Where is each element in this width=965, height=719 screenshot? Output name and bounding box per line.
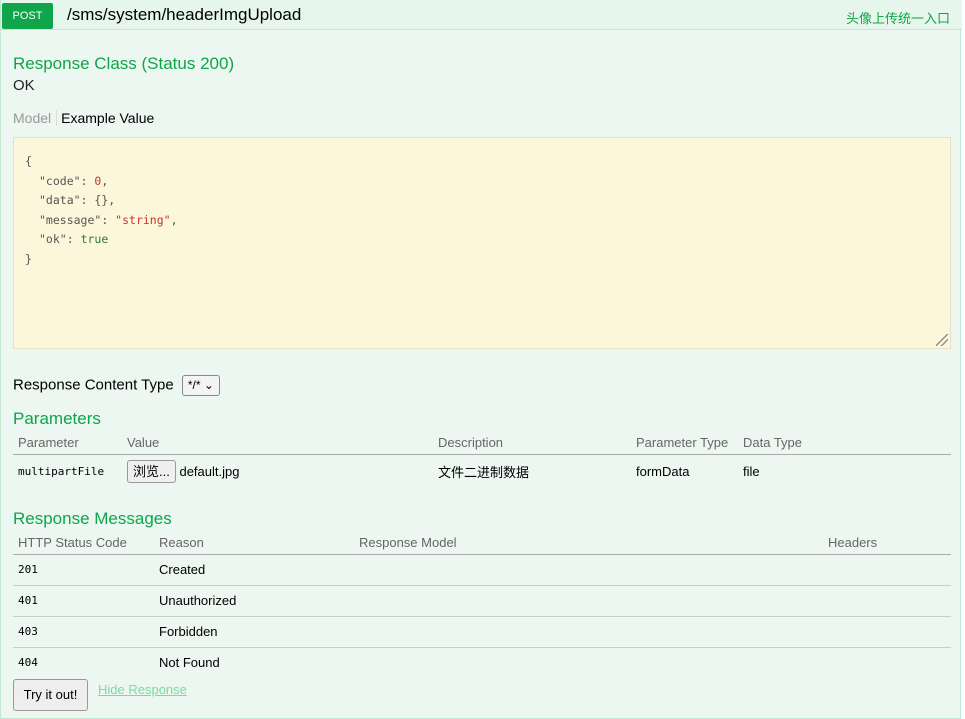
status-code: 201	[13, 554, 154, 586]
param-col-description: Description	[433, 432, 631, 455]
headers-cell	[823, 616, 951, 648]
param-col-value: Value	[122, 432, 433, 455]
param-description: 文件二进制数据	[438, 464, 530, 480]
tab-example-value[interactable]: Example Value	[57, 110, 154, 126]
param-col-parameter-type: Parameter Type	[631, 432, 738, 455]
param-col-data-type: Data Type	[738, 432, 951, 455]
table-row: 201 Created	[13, 554, 951, 586]
http-method-badge[interactable]: POST	[2, 3, 53, 29]
endpoint-summary[interactable]: 头像上传统一入口	[846, 8, 950, 27]
param-value: 浏览... default.jpg	[122, 454, 433, 488]
table-row: 403 Forbidden	[13, 616, 951, 648]
json-close-brace: }	[25, 251, 32, 266]
resp-col-status-code: HTTP Status Code	[13, 532, 154, 555]
endpoint-path[interactable]: /sms/system/headerImgUpload	[67, 5, 301, 25]
json-key-code: "code"	[39, 173, 81, 188]
response-content-type-label: Response Content Type	[13, 376, 174, 394]
response-model-cell	[354, 585, 823, 617]
status-code: 404	[18, 656, 38, 670]
param-data-type: file	[743, 463, 760, 479]
param-type: formData	[636, 463, 690, 479]
response-content-type: Response Content Type */* ⌄	[13, 375, 220, 396]
response-messages-table: HTTP Status Code Reason Response Model H…	[13, 532, 951, 678]
param-col-parameter: Parameter	[13, 432, 122, 455]
status-reason: Forbidden	[154, 616, 354, 648]
content-type-selected: */*	[187, 378, 201, 392]
json-value-ok: true	[80, 232, 109, 247]
operation-heading[interactable]: POST /sms/system/headerImgUpload 头像上传统一入…	[1, 0, 962, 30]
status-code: 403	[13, 616, 154, 648]
signature-tabs: Model Example Value	[13, 110, 154, 126]
try-it-out-button[interactable]: Try it out!	[13, 679, 88, 711]
parameters-table: Parameter Value Description Parameter Ty…	[13, 432, 951, 488]
example-value-textarea[interactable]: { "code": 0, "data": {}, "message": "str…	[13, 137, 951, 349]
selected-file-name: default.jpg	[179, 463, 240, 479]
json-key-data: "data"	[39, 193, 81, 208]
json-open-brace: {	[25, 154, 32, 168]
response-status-text: OK	[13, 77, 35, 94]
json-value-message: "string"	[115, 212, 171, 227]
status-code: 401	[13, 585, 154, 617]
resp-col-headers: Headers	[823, 532, 951, 555]
table-row: 404 Not Found	[13, 647, 951, 678]
tab-model[interactable]: Model	[13, 110, 58, 126]
status-reason: Unauthorized	[154, 585, 354, 617]
headers-cell	[823, 647, 951, 678]
json-value-data: {}	[94, 193, 109, 208]
content-type-select[interactable]: */* ⌄	[181, 375, 220, 396]
status-reason: Created	[154, 554, 354, 586]
parameters-title: Parameters	[13, 409, 101, 428]
response-messages-title: Response Messages	[13, 509, 172, 528]
status-reason: Not Found	[159, 655, 220, 671]
hide-response-link[interactable]: Hide Response	[98, 682, 187, 697]
browse-file-button[interactable]: 浏览...	[127, 459, 176, 483]
response-model-cell	[354, 616, 823, 648]
headers-cell	[823, 585, 951, 617]
table-row: 401 Unauthorized	[13, 585, 951, 617]
response-model-cell	[354, 647, 823, 678]
response-model-cell	[354, 554, 823, 586]
operation-panel: POST /sms/system/headerImgUpload 头像上传统一入…	[0, 0, 962, 719]
headers-cell	[823, 554, 951, 586]
json-value-code: 0	[94, 173, 102, 188]
resize-grip-icon[interactable]	[936, 334, 948, 346]
json-key-message: "message"	[39, 212, 102, 227]
resp-col-reason: Reason	[154, 532, 354, 555]
chevron-down-icon: ⌄	[203, 378, 214, 392]
response-class-title: Response Class (Status 200)	[13, 54, 235, 73]
param-name: multipartFile	[18, 464, 105, 478]
json-key-ok: "ok"	[39, 232, 67, 247]
resp-col-response-model: Response Model	[354, 532, 823, 555]
table-row: multipartFile 浏览... default.jpg 文件二进制数据 …	[13, 454, 951, 488]
